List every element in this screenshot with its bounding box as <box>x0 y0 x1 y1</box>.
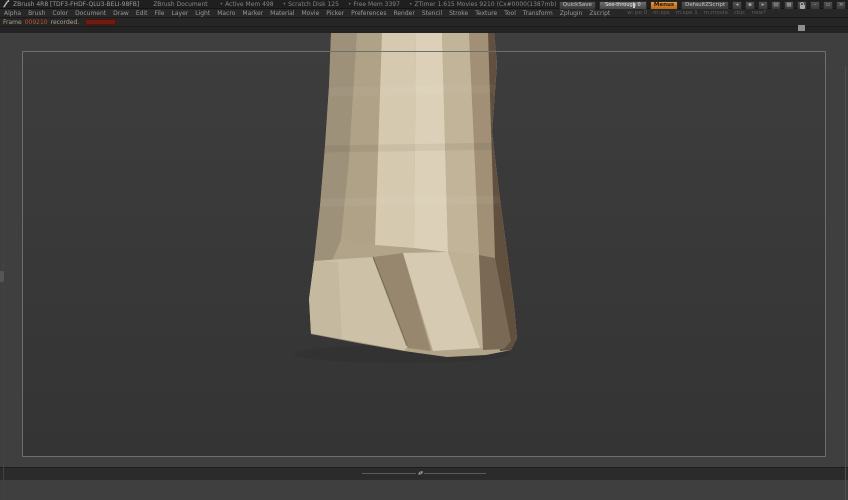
menu-extra-items: w: po 0 m:sps m:spe 1 m:movie cbp: new? <box>627 10 772 16</box>
document-area[interactable] <box>22 51 826 457</box>
menu-items: Alpha Brush Color Document Draw Edit File Layer… <box>4 10 617 17</box>
menu-item-render[interactable]: Render <box>393 10 414 17</box>
stat-scratch-disk-125: Scratch Disk 125 <box>283 1 339 8</box>
menu-item-stroke[interactable]: Stroke <box>449 10 468 17</box>
see-through-knob[interactable] <box>632 3 635 8</box>
menu-bar: Alpha Brush Color Document Draw Edit File Layer… <box>0 9 848 18</box>
status-row: Frame 009210 recorded. <box>0 18 848 27</box>
menu-item-tool[interactable]: Tool <box>504 10 516 17</box>
menu-extra-m-spe-1[interactable]: m:spe 1 <box>676 10 698 16</box>
stat-free-mem-3397: Free Mem 3397 <box>348 1 400 8</box>
tray-arrows-icon: ▲▼ <box>418 470 423 475</box>
left-tray-handle[interactable] <box>0 271 4 282</box>
grid-swatch-icon: ▤ <box>773 2 779 8</box>
recording-indicator <box>85 19 117 25</box>
stat-active-mem-498: Active Mem 498 <box>220 1 274 8</box>
recorded-label: recorded. <box>50 18 80 26</box>
grid-swatch-icon-2: ▦ <box>786 2 792 8</box>
menu-item-stencil[interactable]: Stencil <box>422 10 442 17</box>
menu-item-material[interactable]: Material <box>270 10 294 17</box>
left-tray-divider[interactable] <box>3 66 4 500</box>
menu-item-alpha[interactable]: Alpha <box>4 10 21 17</box>
menu-item-edit[interactable]: Edit <box>136 10 148 17</box>
stat-ztimer-1-615-movies-9210-cx-0000-1387mb: ZTimer 1.615 Movies 9210 (Cx#0000(1387mb… <box>409 1 556 8</box>
bottom-tray-bar: ▲▼ <box>0 467 848 480</box>
menu-item-texture[interactable]: Texture <box>475 10 497 17</box>
right-tray-divider[interactable] <box>845 66 846 500</box>
menu-item-color[interactable]: Color <box>52 10 68 17</box>
menu-extra-new[interactable]: new? <box>752 10 766 16</box>
lock-icon <box>799 1 805 9</box>
close-icon: × <box>838 2 844 8</box>
menu-item-document[interactable]: Document <box>75 10 106 17</box>
menu-item-preferences[interactable]: Preferences <box>351 10 386 17</box>
menu-item-brush[interactable]: Brush <box>28 10 45 17</box>
menu-item-layer[interactable]: Layer <box>172 10 189 17</box>
minimize-icon: – <box>813 2 817 8</box>
menu-item-movie[interactable]: Movie <box>302 10 320 17</box>
restore-icon: ▫ <box>826 2 830 8</box>
menu-extra-m-movie[interactable]: m:movie <box>704 10 728 16</box>
frame-number: 009210 <box>24 18 48 26</box>
bottom-tray-handle[interactable]: ▲▼ <box>416 469 425 477</box>
menu-item-marker[interactable]: Marker <box>242 10 263 17</box>
layout-dot-icon: ▪ <box>748 2 752 8</box>
menu-item-picker[interactable]: Picker <box>326 10 344 17</box>
menu-item-file[interactable]: File <box>154 10 164 17</box>
chevron-left-icon: ◂ <box>735 2 739 8</box>
document-title: ZBrush Document <box>153 0 208 8</box>
menu-item-zplugin[interactable]: Zplugin <box>560 10 583 17</box>
app-title: ZBrush 4R8 [TDF3-FHDF-QLU3-BELI-98FB] <box>13 0 140 8</box>
menu-extra-m-sps[interactable]: m:sps <box>653 10 669 16</box>
menu-item-draw[interactable]: Draw <box>113 10 129 17</box>
frame-label: Frame <box>3 18 22 26</box>
menu-extra-cbp[interactable]: cbp: <box>734 10 746 16</box>
menu-item-zscript[interactable]: Zscript <box>589 10 610 17</box>
canvas-corner-icon[interactable] <box>798 25 805 31</box>
see-through-label: See-through 0 <box>605 2 641 8</box>
menu-item-transform[interactable]: Transform <box>523 10 553 17</box>
title-bar: ZBrush 4R8 [TDF3-FHDF-QLU3-BELI-98FB] ZB… <box>0 0 848 10</box>
menu-extra-w-po-0[interactable]: w: po 0 <box>627 10 647 16</box>
menu-item-macro[interactable]: Macro <box>217 10 235 17</box>
menu-item-light[interactable]: Light <box>195 10 210 17</box>
chevron-right-icon: ▸ <box>761 2 765 8</box>
zbrush-logo-icon <box>3 0 10 8</box>
memory-stats: Active Mem 498 Scratch Disk 125 Free Mem 3… <box>220 1 557 8</box>
